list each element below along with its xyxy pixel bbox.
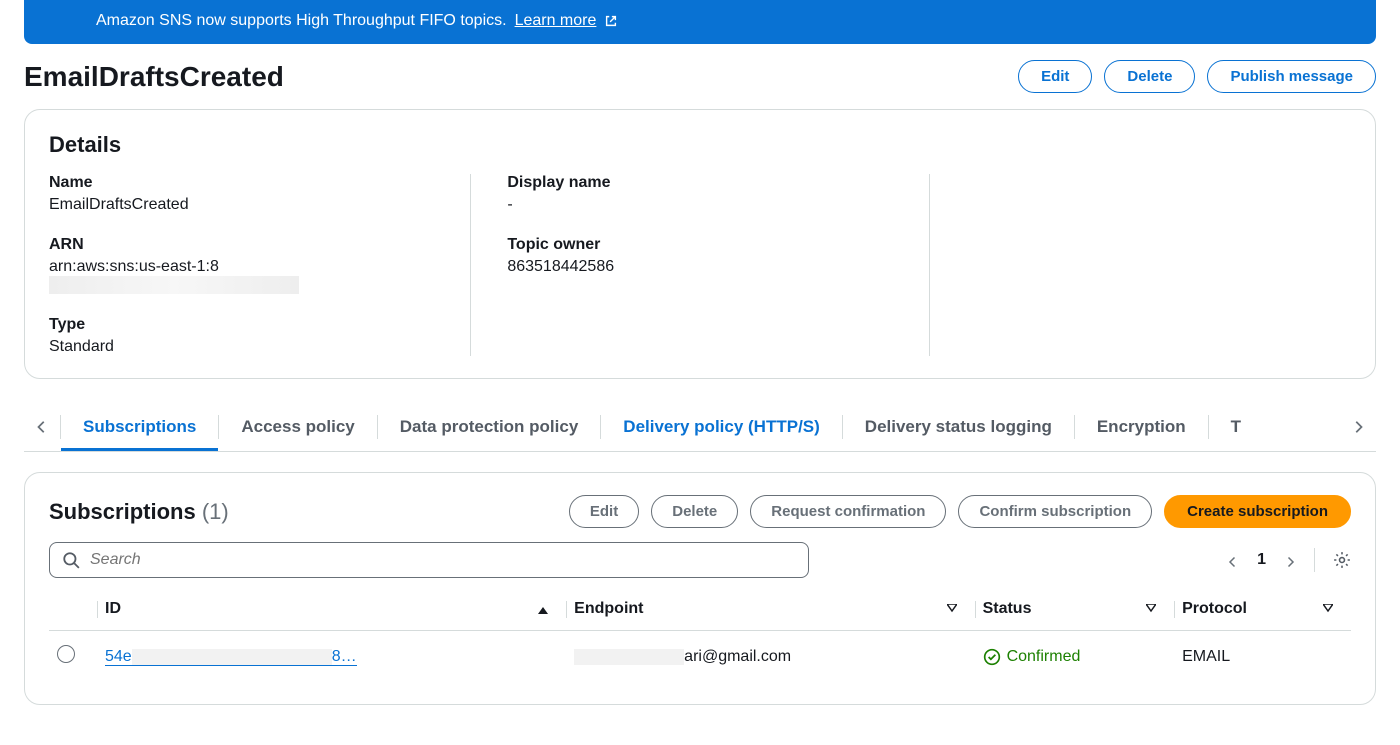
banner-text: Amazon SNS now supports High Throughput … [96,12,507,30]
sort-icon [1146,604,1156,614]
tabs-scroll-left[interactable] [24,420,60,434]
request-confirmation-button[interactable]: Request confirmation [750,495,946,528]
table-settings-button[interactable] [1333,551,1351,569]
gear-icon [1333,551,1351,569]
tab-encryption[interactable]: Encryption [1075,403,1208,451]
page-prev[interactable] [1227,552,1239,568]
check-circle-icon [983,648,1001,666]
col-id[interactable]: ID [97,588,566,631]
tabs-scroll-right[interactable] [1340,420,1376,434]
tab-access-policy[interactable]: Access policy [219,403,376,451]
tab-subscriptions[interactable]: Subscriptions [61,403,218,451]
table-row: 54e8… ari@gmail.com Confirmed EMAIL [49,631,1351,683]
subscriptions-panel: Subscriptions (1) Edit Delete Request co… [24,472,1376,705]
col-status[interactable]: Status [975,588,1175,631]
sort-icon [1323,604,1333,614]
arn-label: ARN [49,236,434,254]
edit-button[interactable]: Edit [1018,60,1092,93]
name-label: Name [49,174,434,192]
info-banner: Amazon SNS now supports High Throughput … [24,0,1376,44]
cell-protocol: EMAIL [1174,631,1351,683]
search-box[interactable] [49,542,809,578]
delete-button[interactable]: Delete [1104,60,1195,93]
sub-delete-button[interactable]: Delete [651,495,738,528]
cell-status: Confirmed [975,631,1175,683]
display-name-value: - [507,196,892,214]
subscription-id-link[interactable]: 54e8… [105,648,357,666]
confirm-subscription-button[interactable]: Confirm subscription [958,495,1152,528]
publish-message-button[interactable]: Publish message [1207,60,1376,93]
type-label: Type [49,316,434,334]
details-panel: Details Name EmailDraftsCreated ARN arn:… [24,109,1376,379]
details-title: Details [49,132,1351,158]
display-name-label: Display name [507,174,892,192]
tab-data-protection[interactable]: Data protection policy [378,403,601,451]
cell-id: 54e8… [97,631,566,683]
arn-value: arn:aws:sns:us-east-1:8 [49,258,434,294]
tab-more[interactable]: T [1209,403,1263,451]
page-next[interactable] [1284,552,1296,568]
row-select-radio[interactable] [57,645,75,663]
tabs: Subscriptions Access policy Data protect… [24,403,1376,452]
chevron-left-icon [1227,556,1239,568]
page-header: EmailDraftsCreated Edit Delete Publish m… [24,60,1376,93]
page-title: EmailDraftsCreated [24,61,284,93]
banner-learn-more-link[interactable]: Learn more [515,12,597,30]
pagination: 1 [1227,548,1351,572]
subscriptions-title: Subscriptions (1) [49,499,229,525]
create-subscription-button[interactable]: Create subscription [1164,495,1351,528]
cell-endpoint: ari@gmail.com [566,631,974,683]
owner-value: 863518442586 [507,258,892,276]
subscriptions-table: ID Endpoint Status Protocol 54e8… ari@gm… [49,588,1351,682]
page-number: 1 [1257,551,1266,569]
arn-redacted [49,276,299,294]
chevron-right-icon [1284,556,1296,568]
col-endpoint[interactable]: Endpoint [566,588,974,631]
type-value: Standard [49,338,434,356]
tab-delivery-status[interactable]: Delivery status logging [843,403,1074,451]
owner-label: Topic owner [507,236,892,254]
id-redacted [132,649,332,665]
external-link-icon [604,14,618,28]
header-actions: Edit Delete Publish message [1018,60,1376,93]
sort-icon [947,604,957,614]
endpoint-redacted [574,649,684,665]
chevron-right-icon [1351,420,1365,434]
search-icon [62,551,80,569]
tab-delivery-policy[interactable]: Delivery policy (HTTP/S) [601,403,842,451]
col-protocol[interactable]: Protocol [1174,588,1351,631]
sort-asc-icon [538,604,548,614]
name-value: EmailDraftsCreated [49,196,434,214]
sub-edit-button[interactable]: Edit [569,495,639,528]
chevron-left-icon [35,420,49,434]
search-input[interactable] [90,551,796,569]
